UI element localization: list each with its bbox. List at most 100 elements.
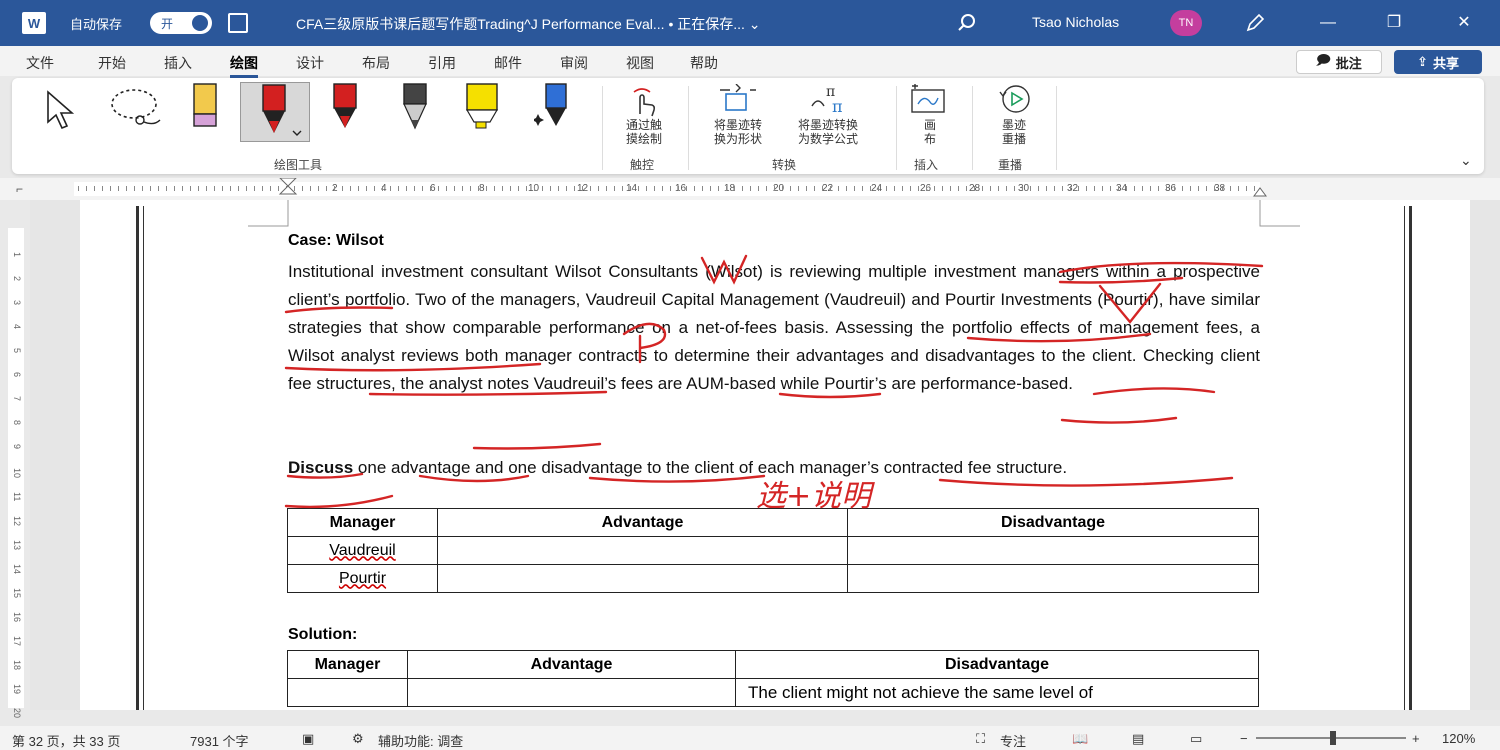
ruler-number: 22: [822, 183, 834, 194]
autosave-toggle[interactable]: 开: [150, 12, 212, 34]
select-arrow-icon[interactable]: [42, 88, 86, 132]
lasso-select-icon[interactable]: [106, 86, 170, 130]
focus-mode[interactable]: 专注: [1000, 731, 1026, 750]
read-mode-icon[interactable]: 📖: [1072, 731, 1088, 747]
proofing-icon[interactable]: ▣: [302, 731, 314, 747]
ink-to-shape-icon[interactable]: [716, 84, 760, 116]
ink-to-math-label-2[interactable]: 为数学公式: [778, 132, 878, 147]
document-title[interactable]: CFA三级原版书课后题写作题Trading^J Performance Eval…: [296, 14, 761, 34]
ruler-tick: [726, 186, 727, 191]
tab-mailings[interactable]: 邮件: [494, 53, 522, 73]
table-cell[interactable]: [847, 536, 1259, 565]
accessibility-icon[interactable]: ⚙: [352, 731, 364, 747]
ribbon-collapse-icon[interactable]: ⌄: [1460, 152, 1472, 169]
right-indent-marker-icon[interactable]: [1252, 182, 1268, 200]
ruler-tick: [742, 186, 743, 191]
pencil-icon[interactable]: [400, 82, 430, 132]
tab-review[interactable]: 审阅: [560, 53, 588, 73]
tab-home[interactable]: 开始: [98, 53, 126, 73]
case-paragraph[interactable]: Institutional investment consultant Wils…: [288, 258, 1260, 398]
ruler-tick: [174, 186, 175, 191]
ink-to-shape-label-1[interactable]: 将墨迹转: [698, 118, 778, 133]
tab-help[interactable]: 帮助: [690, 53, 718, 73]
table-cell[interactable]: [437, 564, 848, 593]
table-header: Manager: [287, 508, 438, 537]
ink-to-math-label-1[interactable]: 将墨迹转换: [778, 118, 878, 133]
table-cell[interactable]: [407, 678, 736, 707]
ruler-tick: [1134, 186, 1135, 191]
avatar[interactable]: TN: [1170, 10, 1202, 36]
ruler-tick: [446, 186, 447, 191]
replay-label-1[interactable]: 墨迹: [992, 118, 1036, 133]
case-name: : Wilsot: [326, 232, 384, 249]
touch-draw-label-1[interactable]: 通过触: [612, 118, 676, 133]
zoom-out-icon[interactable]: −: [1240, 731, 1248, 746]
ruler-tick: [1142, 186, 1143, 191]
table-cell[interactable]: The client might not achieve the same le…: [735, 678, 1259, 707]
drawing-canvas-icon[interactable]: [908, 84, 948, 116]
touch-draw-icon[interactable]: [628, 86, 660, 118]
pen-icon[interactable]: [1244, 12, 1266, 34]
tab-view[interactable]: 视图: [626, 53, 654, 73]
print-layout-icon[interactable]: ▤: [1132, 731, 1144, 747]
vertical-ruler[interactable]: 1 2 3 4 5 6 7 8 9 10 11 12 13 14 15 16 17 18 19 20: [8, 228, 24, 718]
highlighter-icon[interactable]: [464, 82, 500, 132]
minimize-icon[interactable]: —: [1314, 10, 1342, 36]
ink-to-shape-label-2[interactable]: 换为形状: [698, 132, 778, 147]
indent-marker-icon[interactable]: [278, 178, 298, 200]
ruler-tick: [766, 186, 767, 191]
replay-label-2[interactable]: 重播: [992, 132, 1036, 147]
zoom-in-icon[interactable]: +: [1412, 731, 1420, 746]
user-name[interactable]: Tsao Nicholas: [1032, 14, 1119, 30]
ruler-tick: [1038, 186, 1039, 191]
tab-insert[interactable]: 插入: [164, 53, 192, 73]
ruler-tick: [510, 186, 511, 191]
save-icon[interactable]: [228, 13, 248, 33]
ruler-tick: [310, 186, 311, 191]
comment-button[interactable]: 🗩 批注: [1296, 50, 1382, 74]
ruler-tick: [790, 186, 791, 191]
red-pen-2-icon[interactable]: [330, 82, 360, 132]
share-button[interactable]: ⇪ 共享: [1394, 50, 1482, 74]
table-cell[interactable]: [847, 564, 1259, 593]
touch-draw-label-2[interactable]: 摸绘制: [612, 132, 676, 147]
solution-label[interactable]: Solution:: [288, 626, 357, 644]
ruler-tick: [566, 186, 567, 191]
discuss-question[interactable]: Discuss one advantage and one disadvanta…: [288, 454, 1260, 482]
ruler-tick: [998, 186, 999, 191]
accessibility-status[interactable]: 辅助功能: 调查: [378, 731, 463, 750]
page-count[interactable]: 第 32 页，共 33 页: [12, 731, 120, 750]
case-title[interactable]: Case: Wilsot: [288, 232, 384, 250]
ink-replay-icon[interactable]: [992, 82, 1036, 116]
zoom-slider-thumb[interactable]: [1330, 731, 1336, 745]
web-layout-icon[interactable]: ▭: [1190, 731, 1202, 747]
search-icon[interactable]: [956, 12, 978, 34]
tab-design[interactable]: 设计: [296, 53, 324, 73]
ruler-tick: [262, 186, 263, 191]
table-cell[interactable]: Pourtir: [287, 564, 438, 593]
ruler-tick: [806, 186, 807, 191]
table-cell[interactable]: [287, 678, 408, 707]
pencil-highlighter-icon[interactable]: [190, 82, 220, 130]
table-cell[interactable]: Vaudreuil: [287, 536, 438, 565]
horizontal-ruler[interactable]: ⌐ 2468101214161820222426283032343638: [0, 178, 1500, 200]
tab-draw[interactable]: 绘图: [230, 53, 258, 78]
selected-pen-slot[interactable]: [240, 82, 310, 142]
restore-icon[interactable]: ❐: [1380, 10, 1408, 36]
focus-icon[interactable]: ⛶: [976, 731, 985, 747]
close-icon[interactable]: ✕: [1450, 10, 1478, 36]
vruler-number: 13: [12, 540, 22, 551]
glitter-pen-icon[interactable]: [534, 82, 570, 132]
table-cell[interactable]: [437, 536, 848, 565]
canvas-label-2[interactable]: 布: [912, 132, 948, 147]
tab-layout[interactable]: 布局: [362, 53, 390, 73]
ruler-tick: [142, 186, 143, 191]
canvas-label-1[interactable]: 画: [912, 118, 948, 133]
word-count[interactable]: 7931 个字: [190, 731, 249, 750]
tab-stop-icon[interactable]: ⌐: [16, 182, 23, 196]
zoom-level[interactable]: 120%: [1442, 731, 1475, 746]
menu-bar: 文件 开始 插入 绘图 设计 布局 引用 邮件 审阅 视图 帮助: [0, 46, 1500, 78]
tab-references[interactable]: 引用: [428, 53, 456, 73]
tab-file[interactable]: 文件: [26, 53, 54, 73]
ink-to-math-icon[interactable]: ππ: [808, 82, 852, 116]
